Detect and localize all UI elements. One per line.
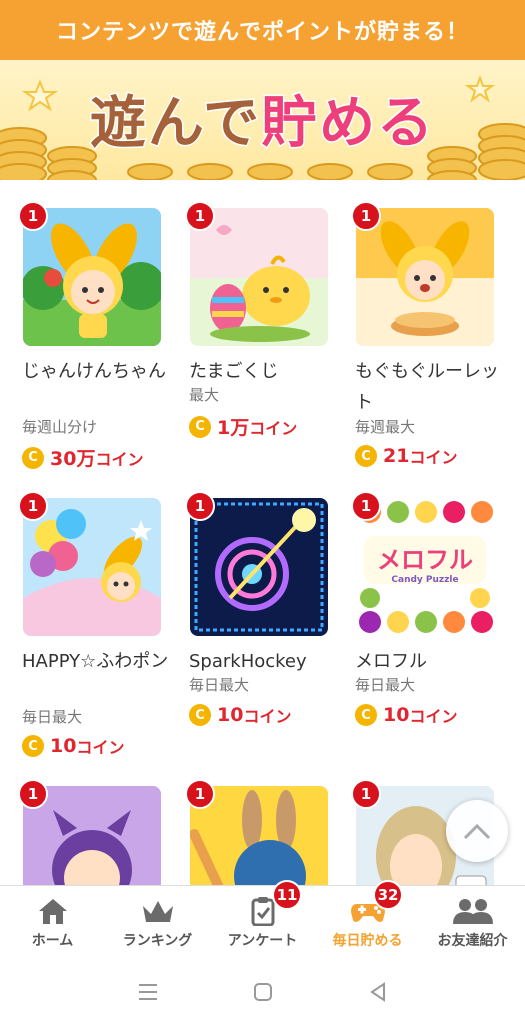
- coin-icon: C: [189, 415, 211, 438]
- new-badge: 1: [351, 779, 381, 809]
- tab-label: ランキング: [122, 933, 193, 949]
- reward-unit: コイン: [249, 418, 298, 438]
- reward-unit: コイン: [76, 738, 125, 757]
- game-name: メロフル: [355, 651, 427, 672]
- reward-unit: コイン: [409, 448, 458, 467]
- game-thumbnail[interactable]: [190, 498, 328, 636]
- game-thumbnail[interactable]: [190, 208, 328, 346]
- new-badge: 1: [351, 491, 381, 521]
- game-thumbnail[interactable]: [356, 208, 494, 346]
- new-badge: 1: [185, 201, 215, 231]
- coin-icon: C: [189, 704, 211, 726]
- coin-icon: C: [22, 735, 44, 757]
- top-banner: コンテンツで遊んでポイントが貯まる！: [0, 0, 525, 60]
- new-badge: 1: [351, 201, 381, 231]
- recent-apps-icon[interactable]: [136, 981, 160, 1003]
- tab-ranking[interactable]: ランキング: [105, 886, 210, 960]
- chevron-up-icon: [463, 823, 491, 840]
- tab-home[interactable]: ホーム: [0, 886, 105, 960]
- hero-title-part2: 貯める: [260, 90, 436, 158]
- reward-value: 30万: [50, 448, 96, 470]
- reward-value: 10: [50, 735, 77, 757]
- reward-value: 10: [383, 704, 410, 726]
- tab-label: お友達紹介: [437, 933, 508, 949]
- crown-icon: [142, 901, 173, 922]
- game-reward: C 10 コイン: [189, 703, 291, 727]
- melofull-logo: メロフル: [377, 546, 473, 574]
- game-reward-period: 毎週山分け: [22, 418, 98, 436]
- bottom-tab-bar: ホーム ランキング 11 アンケート 32 毎日貯める お友達紹介: [0, 880, 525, 960]
- game-reward-period: 毎週最大: [355, 418, 416, 436]
- coin-icon: C: [355, 445, 377, 467]
- game-thumbnail[interactable]: [23, 208, 161, 346]
- reward-value: 21: [383, 445, 410, 467]
- home-icon: [38, 899, 67, 924]
- notification-badge: 32: [373, 880, 403, 910]
- game-thumbnail[interactable]: [23, 498, 161, 636]
- new-badge: 1: [18, 779, 48, 809]
- reward-value: 10: [217, 704, 244, 726]
- notification-badge: 11: [272, 880, 302, 910]
- game-reward: C 10 コイン: [22, 734, 124, 758]
- coin-icon: C: [22, 446, 44, 469]
- hero-title: 遊んで貯める: [0, 78, 525, 159]
- tab-label: 毎日貯める: [332, 933, 403, 949]
- hero-title-part1: 遊んで: [88, 90, 262, 158]
- tab-daily-earn[interactable]: 32 毎日貯める: [315, 880, 420, 960]
- back-icon[interactable]: [367, 981, 389, 1003]
- game-name: たまごくじ: [189, 361, 279, 382]
- game-name: SparkHockey: [189, 651, 307, 672]
- game-reward-period: 毎日最大: [355, 676, 416, 694]
- reward-unit: コイン: [243, 707, 292, 726]
- reward-value: 1万: [217, 417, 250, 439]
- new-badge: 1: [185, 491, 215, 521]
- friends-icon: [452, 899, 493, 924]
- game-reward: C 10 コイン: [355, 703, 457, 727]
- game-reward-period: 毎日最大: [22, 708, 83, 726]
- reward-unit: コイン: [409, 707, 458, 726]
- coin-icon: C: [355, 704, 377, 726]
- tab-label: ホーム: [31, 933, 74, 949]
- game-reward: C 1万 コイン: [189, 413, 297, 440]
- game-reward-period: 最大: [189, 386, 220, 404]
- game-name: もぐもぐルーレット: [355, 361, 499, 413]
- home-button-icon[interactable]: [252, 981, 274, 1003]
- melofull-subtitle: Candy Puzzle: [391, 575, 458, 585]
- reward-unit: コイン: [95, 449, 144, 469]
- hero-banner: 遊んで貯める: [0, 60, 525, 180]
- tab-invite-friends[interactable]: お友達紹介: [420, 886, 525, 960]
- new-badge: 1: [18, 201, 48, 231]
- scroll-to-top-button[interactable]: [446, 800, 508, 862]
- tab-survey[interactable]: 11 アンケート: [210, 880, 315, 960]
- game-reward-period: 毎日最大: [189, 676, 250, 694]
- game-grid: 1 じゃんけんちゃん 毎週山分け C 30万 コイン 1 たまごくじ 最大 C …: [0, 180, 525, 885]
- game-reward: C 30万 コイン: [22, 444, 143, 471]
- game-name: HAPPY☆ふわポン: [22, 651, 169, 672]
- new-badge: 1: [18, 491, 48, 521]
- game-thumbnail[interactable]: メロフル Candy Puzzle: [356, 498, 494, 636]
- game-reward: C 21 コイン: [355, 444, 457, 468]
- tab-label: アンケート: [227, 933, 298, 949]
- system-navigation-bar: [0, 960, 525, 1024]
- game-name: じゃんけんちゃん: [22, 361, 166, 382]
- new-badge: 1: [185, 779, 215, 809]
